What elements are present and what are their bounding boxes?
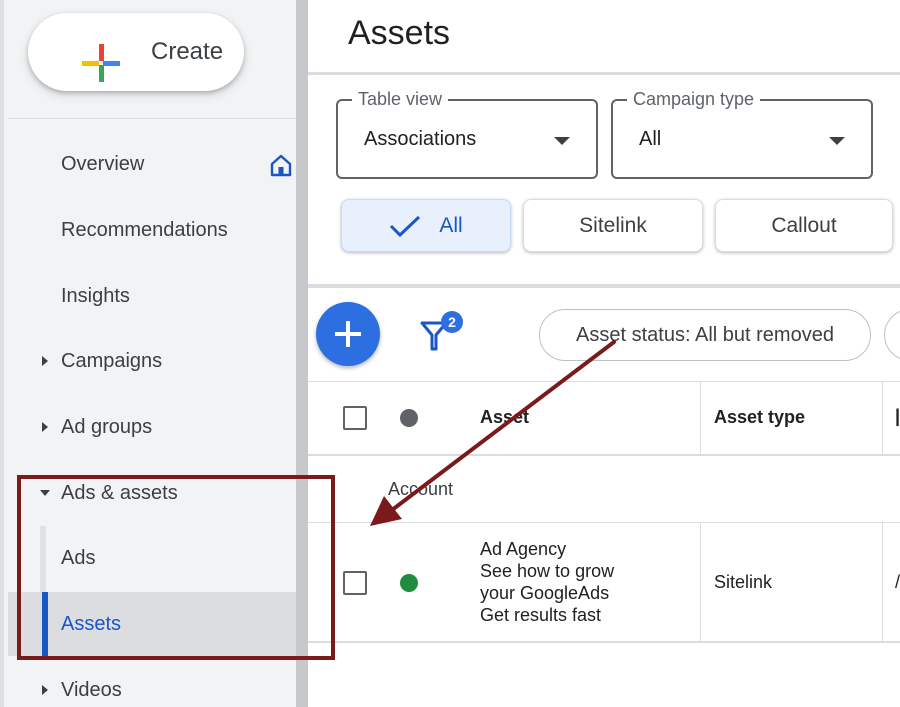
add-asset-button[interactable] [316, 302, 380, 366]
campaign-type-value: All [639, 128, 662, 150]
row-divider [308, 522, 900, 523]
plus-icon [335, 321, 361, 347]
sidebar-item-videos[interactable]: Videos [8, 658, 300, 707]
sidebar-item-label: Overview [61, 152, 145, 175]
filter-count-badge: 2 [441, 311, 463, 333]
status-enabled-icon [400, 574, 418, 592]
table-row-asset-type: Sitelink [714, 572, 773, 592]
select-all-checkbox[interactable] [343, 406, 367, 430]
table-view-value: Associations [364, 128, 477, 150]
asset-status-filter-chip[interactable]: Asset status: All but removed [539, 309, 871, 361]
home-icon[interactable] [269, 153, 293, 177]
dropdown-arrow-icon [554, 137, 570, 145]
google-plus-icon [82, 44, 120, 82]
additional-filter-chip[interactable] [884, 309, 900, 361]
annotation-highlight-box [17, 475, 335, 660]
asset-line: Get results fast [480, 605, 602, 625]
sidebar-item-label: Campaigns [61, 349, 163, 372]
column-divider [882, 382, 883, 454]
column-divider [700, 523, 701, 641]
check-icon [390, 215, 421, 237]
caret-right-icon [42, 685, 48, 695]
sidebar-item-label: Videos [61, 678, 122, 701]
chip-label: Sitelink [579, 213, 647, 237]
caret-right-icon [42, 422, 48, 432]
sidebar-item-recommendations[interactable]: Recommendations [8, 198, 300, 262]
header-divider [308, 72, 900, 75]
campaign-type-select[interactable]: Campaign type All [611, 89, 873, 179]
page-title: Assets [348, 14, 451, 52]
chip-callout[interactable]: Callout [715, 199, 893, 252]
asset-line: your GoogleAds [480, 583, 610, 603]
column-divider [700, 382, 701, 454]
filter-button[interactable]: 2 [419, 311, 465, 353]
sidebar-item-label: Insights [61, 284, 130, 307]
table-view-select[interactable]: Table view Associations [336, 89, 598, 179]
chip-sitelink[interactable]: Sitelink [523, 199, 703, 252]
table-header-border [308, 454, 900, 456]
campaign-type-label: Campaign type [627, 89, 761, 110]
create-button-label: Create [151, 38, 224, 65]
row-divider [308, 641, 900, 643]
status-header-icon [400, 409, 418, 427]
table-view-label: Table view [352, 89, 449, 110]
dropdown-arrow-icon [829, 137, 845, 145]
table-top-border [308, 381, 900, 382]
group-label-account: Account [388, 479, 454, 499]
chip-all[interactable]: All [341, 199, 511, 252]
asset-title: Ad Agency [480, 539, 567, 559]
chip-label: Callout [771, 213, 837, 237]
table-cell-clipped: / [895, 572, 900, 592]
asset-line: See how to grow [480, 561, 615, 581]
sidebar-item-label: Ad groups [61, 415, 153, 438]
sidebar-item-label: Recommendations [61, 218, 228, 241]
main-content: Assets Table view Associations Campaign … [308, 0, 900, 707]
status-filter-label: Asset status: All but removed [576, 323, 834, 346]
column-header-clipped: | [895, 406, 900, 426]
row-checkbox[interactable] [343, 571, 367, 595]
filters-divider [308, 284, 900, 288]
sidebar-item-insights[interactable]: Insights [8, 264, 300, 328]
chip-label: All [439, 213, 463, 237]
sidebar-divider [8, 118, 300, 119]
sidebar-item-campaigns[interactable]: Campaigns [8, 329, 300, 393]
table-row-asset[interactable]: Ad Agency See how to grow your GoogleAds… [480, 538, 614, 626]
create-button[interactable]: Create [28, 13, 244, 91]
column-divider [882, 523, 883, 641]
column-header-asset[interactable]: Asset [480, 407, 529, 428]
caret-right-icon [42, 356, 48, 366]
sidebar-item-overview[interactable]: Overview [8, 132, 300, 196]
sidebar-item-ad-groups[interactable]: Ad groups [8, 395, 300, 459]
column-header-asset-type[interactable]: Asset type [714, 407, 805, 428]
